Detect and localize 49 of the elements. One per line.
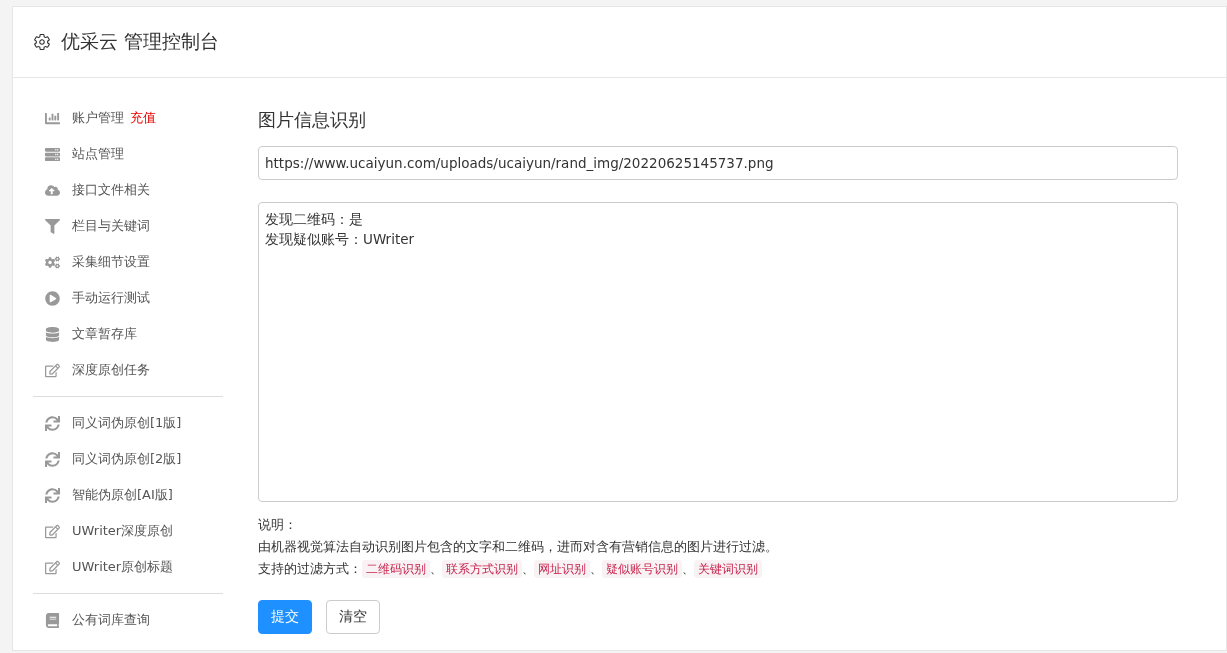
- play-icon: [45, 290, 60, 306]
- filter-icon: [45, 218, 60, 234]
- url-field[interactable]: https://www.ucaiyun.com/uploads/ucaiyun/rand_img/20220625145737.png: [258, 146, 1178, 180]
- page-title: 优采云 管理控制台: [61, 29, 220, 54]
- sidebar-item[interactable]: 智能伪原创[AI版]: [72, 486, 173, 504]
- sidebar-item[interactable]: 同义词伪原创[1版]: [72, 414, 182, 432]
- result-line: 发现二维码：是: [265, 210, 364, 229]
- refresh-icon: [45, 487, 60, 503]
- sidebar-item[interactable]: 账户管理: [72, 109, 124, 127]
- sidebar-item[interactable]: 接口文件相关: [72, 181, 150, 199]
- method-tag: 二维码识别: [362, 560, 430, 578]
- settings-icon: [33, 33, 51, 51]
- clear-button[interactable]: 清空: [326, 600, 380, 634]
- separator: 、: [682, 562, 694, 576]
- sidebar-item[interactable]: 站点管理: [72, 145, 124, 163]
- sidebar-item[interactable]: 公有词库查询: [72, 611, 150, 629]
- separator: 、: [590, 562, 602, 576]
- sidebar-item[interactable]: UWriter原创标题: [72, 558, 174, 576]
- edit-icon: [45, 362, 60, 378]
- description-text: 由机器视觉算法自动识别图片包含的文字和二维码，进而对含有营销信息的图片进行过滤。: [258, 538, 779, 556]
- sidebar-item[interactable]: 深度原创任务: [72, 361, 150, 379]
- book-icon: [45, 612, 60, 628]
- method-tag: 关键词识别: [694, 560, 762, 578]
- server-icon: [45, 146, 60, 162]
- method-tag: 网址识别: [534, 560, 590, 578]
- result-box[interactable]: 发现二维码：是 发现疑似账号：UWriter: [258, 202, 1178, 502]
- recharge-link[interactable]: 充值: [130, 109, 156, 127]
- cloud-upload-icon: [45, 182, 60, 198]
- section-title: 图片信息识别: [258, 108, 367, 132]
- edit-icon: [45, 523, 60, 539]
- method-tag: 联系方式识别: [442, 560, 522, 578]
- edit-icon: [45, 559, 60, 575]
- method-tag: 疑似账号识别: [602, 560, 682, 578]
- gears-icon: [45, 254, 60, 270]
- sidebar-item[interactable]: 同义词伪原创[2版]: [72, 450, 182, 468]
- notes-title: 说明：: [258, 516, 298, 534]
- chart-icon: [45, 110, 60, 126]
- separator: 、: [522, 562, 534, 576]
- sidebar-item[interactable]: 采集细节设置: [72, 253, 150, 271]
- refresh-icon: [45, 451, 60, 467]
- separator: 、: [430, 562, 442, 576]
- sidebar-item[interactable]: UWriter深度原创: [72, 522, 174, 540]
- sidebar-item[interactable]: 栏目与关键词: [72, 217, 150, 235]
- methods-label: 支持的过滤方式：: [258, 561, 362, 576]
- sidebar-item[interactable]: 文章暂存库: [72, 325, 137, 343]
- database-icon: [45, 326, 60, 342]
- result-line: 发现疑似账号：UWriter: [265, 230, 416, 249]
- sidebar-item[interactable]: 手动运行测试: [72, 289, 150, 307]
- refresh-icon: [45, 415, 60, 431]
